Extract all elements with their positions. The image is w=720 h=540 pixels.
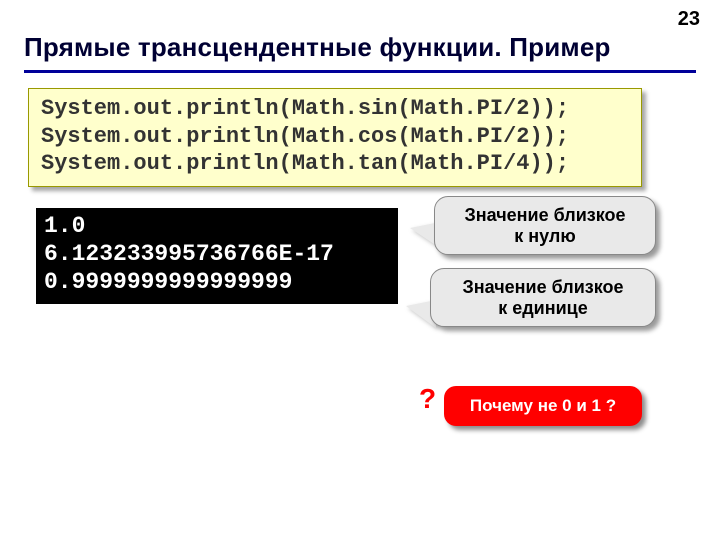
question-callout: Почему не 0 и 1 ? [444,386,642,426]
console-output: 1.0 6.123233995736766E-17 0.999999999999… [36,208,398,304]
question-mark-icon: ? [419,383,436,415]
console-line: 6.123233995736766E-17 [44,240,390,268]
console-line: 0.9999999999999999 [44,268,390,296]
title-underline [24,70,696,73]
callout-text: к нулю [445,226,645,247]
code-line: System.out.println(Math.cos(Math.PI/2)); [41,123,629,151]
callout-text: Значение близкое [441,277,645,298]
callout-near-one: Значение близкое к единице [430,268,656,327]
console-line: 1.0 [44,212,390,240]
callout-text: Значение близкое [445,205,645,226]
slide-title: Прямые трансцендентные функции. Пример [24,32,611,63]
code-line: System.out.println(Math.sin(Math.PI/2)); [41,95,629,123]
callout-text: к единице [441,298,645,319]
code-line: System.out.println(Math.tan(Math.PI/4)); [41,150,629,178]
page-number: 23 [678,8,700,31]
code-block: System.out.println(Math.sin(Math.PI/2));… [28,88,642,187]
callout-near-zero: Значение близкое к нулю [434,196,656,255]
